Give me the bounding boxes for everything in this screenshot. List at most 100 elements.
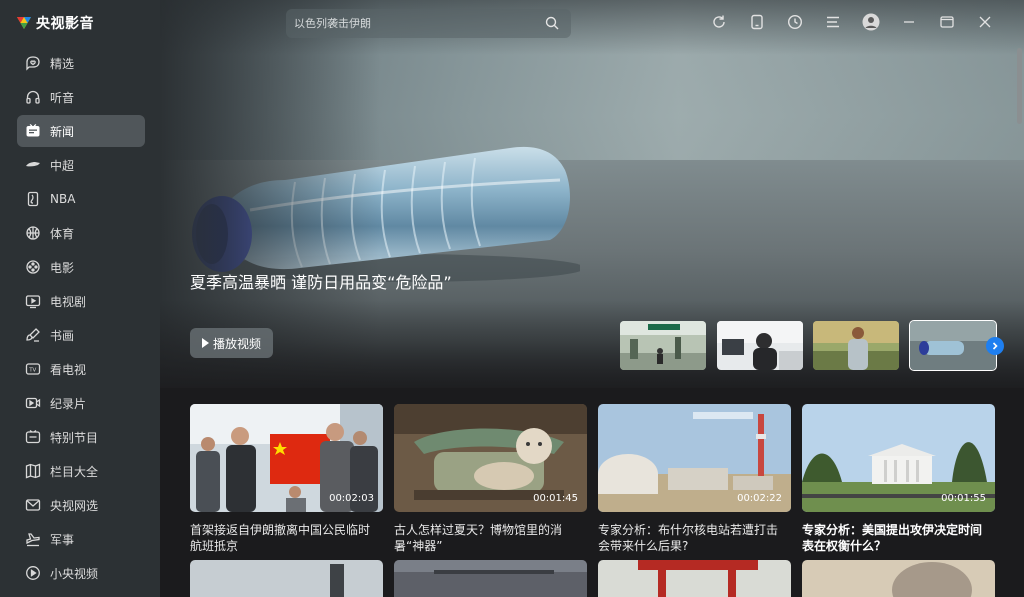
sidebar-item-label: 小央视频	[50, 566, 99, 581]
sidebar: 央视影音 精选 听音 新闻 中超 NBA 体育 电影 电视剧 书画 TV 看电视…	[0, 0, 160, 597]
sidebar-item-label: 电影	[50, 260, 75, 275]
sidebar-item-label: 新闻	[50, 124, 75, 139]
brush-icon	[25, 327, 41, 343]
sidebar-item-label: 央视网选	[50, 498, 99, 513]
heart-chat-icon	[25, 55, 41, 71]
video-card-partial[interactable]	[802, 560, 995, 597]
scrollbar-thumb[interactable]	[1017, 48, 1022, 124]
sidebar-item-dianying[interactable]: 电影	[17, 251, 145, 283]
sidebar-item-junshi[interactable]: 军事	[17, 523, 145, 555]
sidebar-item-tiyu[interactable]: 体育	[17, 217, 145, 249]
sidebar-item-nba[interactable]: NBA	[17, 183, 145, 215]
thumb-station-image	[394, 560, 587, 597]
play-video-label: 播放视频	[212, 336, 261, 351]
avatar-icon[interactable]	[862, 13, 880, 31]
headphones-icon	[25, 89, 41, 105]
sidebar-nav: 精选 听音 新闻 中超 NBA 体育 电影 电视剧 书画 TV 看电视 纪录片 …	[17, 47, 145, 591]
play-icon	[201, 338, 209, 348]
military-icon	[25, 531, 41, 547]
video-title[interactable]: 专家分析：布什尔核电站若遭打击会带来什么后果?	[598, 522, 788, 554]
hero-title[interactable]: 夏季高温暴晒 谨防日用品变“危险品”	[190, 272, 465, 294]
sidebar-item-label: 精选	[50, 56, 75, 71]
video-title[interactable]: 古人怎样过夏天？博物馆里的消暑“神器”	[394, 522, 584, 554]
sidebar-item-jilupian[interactable]: 纪录片	[17, 387, 145, 419]
football-icon	[25, 157, 41, 173]
video-grid-row-2	[190, 560, 996, 597]
sidebar-item-tingyin[interactable]: 听音	[17, 81, 145, 113]
carousel-thumb-1[interactable]	[620, 321, 706, 370]
sidebar-item-label: 书画	[50, 328, 75, 343]
sidebar-item-label: 特别节目	[50, 430, 99, 445]
thumb-red-gate-image	[598, 560, 791, 597]
app-logo[interactable]: 央视影音	[16, 12, 94, 34]
chevron-right-icon	[992, 342, 998, 350]
sidebar-item-label: 听音	[50, 90, 75, 105]
thumb-skyline-image	[190, 560, 383, 597]
logo-icon	[16, 15, 32, 31]
thumb-portrait-image	[802, 560, 995, 597]
nba-icon	[25, 191, 41, 207]
video-thumbnail: 00:02:22	[598, 404, 791, 512]
thumb-airport-image	[620, 321, 706, 370]
video-card-partial[interactable]	[394, 560, 587, 597]
play-circle-icon	[25, 565, 41, 581]
sidebar-item-xinwen[interactable]: 新闻	[17, 115, 145, 147]
sidebar-item-yangshiwangxuan[interactable]: 央视网选	[17, 489, 145, 521]
search-input[interactable]	[294, 17, 534, 30]
video-title[interactable]: 专家分析：美国提出攻伊决定时间表在权衡什么？	[802, 522, 992, 554]
video-card-partial[interactable]	[598, 560, 791, 597]
carousel-thumb-4[interactable]	[909, 320, 997, 371]
video-duration: 00:02:03	[329, 493, 374, 504]
video-card[interactable]: 00:02:22 专家分析：布什尔核电站若遭打击会带来什么后果?	[598, 404, 791, 554]
film-reel-icon	[25, 259, 41, 275]
play-video-button[interactable]: 播放视频	[190, 328, 273, 358]
sidebar-item-shuhua[interactable]: 书画	[17, 319, 145, 351]
columns-icon	[25, 463, 41, 479]
svg-text:TV: TV	[28, 367, 36, 373]
search-icon[interactable]	[545, 16, 559, 30]
video-card-partial[interactable]	[190, 560, 383, 597]
window-toolbar	[710, 13, 1010, 33]
refresh-icon[interactable]	[710, 13, 728, 31]
carousel-next-button[interactable]	[986, 337, 1004, 355]
video-thumbnail: 00:02:03	[190, 404, 383, 512]
sidebar-item-lanmudaquan[interactable]: 栏目大全	[17, 455, 145, 487]
menu-icon[interactable]	[824, 13, 842, 31]
history-clock-icon[interactable]	[786, 13, 804, 31]
video-card[interactable]: 00:01:45 古人怎样过夏天？博物馆里的消暑“神器”	[394, 404, 587, 554]
video-card[interactable]: 00:01:55 专家分析：美国提出攻伊决定时间表在权衡什么？	[802, 404, 995, 554]
mobile-icon[interactable]	[748, 13, 766, 31]
minimize-icon[interactable]	[900, 13, 918, 31]
carousel-thumb-2[interactable]	[717, 321, 803, 370]
sidebar-item-xiaoyangshipin[interactable]: 小央视频	[17, 557, 145, 589]
sidebar-item-label: NBA	[50, 192, 76, 206]
sidebar-item-label: 中超	[50, 158, 75, 173]
sidebar-item-label: 电视剧	[50, 294, 87, 309]
search-bar[interactable]	[286, 9, 571, 38]
maximize-icon[interactable]	[938, 13, 956, 31]
sidebar-item-zhongchao[interactable]: 中超	[17, 149, 145, 181]
tv-series-icon	[25, 293, 41, 309]
documentary-icon	[25, 395, 41, 411]
basketball-icon	[25, 225, 41, 241]
thumb-office-image	[717, 321, 803, 370]
sidebar-item-label: 看电视	[50, 362, 87, 377]
hero-banner[interactable]: 夏季高温暴晒 谨防日用品变“危险品” 播放视频	[160, 0, 1024, 388]
sidebar-item-kandianshi[interactable]: TV 看电视	[17, 353, 145, 385]
sidebar-item-label: 军事	[50, 532, 75, 547]
sidebar-item-jingxuan[interactable]: 精选	[17, 47, 145, 79]
news-icon	[25, 123, 41, 139]
video-duration: 00:02:22	[737, 493, 782, 504]
app-name: 央视影音	[36, 16, 94, 32]
carousel-thumb-3[interactable]	[813, 321, 899, 370]
thumb-bottle-image	[910, 321, 996, 370]
video-title[interactable]: 首架接返自伊朗撤离中国公民临时航班抵京	[190, 522, 380, 554]
close-icon[interactable]	[976, 13, 994, 31]
sidebar-item-tebiejiemu[interactable]: 特别节目	[17, 421, 145, 453]
video-thumbnail: 00:01:55	[802, 404, 995, 512]
video-card[interactable]: 00:02:03 首架接返自伊朗撤离中国公民临时航班抵京	[190, 404, 383, 554]
sidebar-item-label: 纪录片	[50, 396, 87, 411]
tv-icon: TV	[25, 361, 41, 377]
sidebar-item-dianshiju[interactable]: 电视剧	[17, 285, 145, 317]
thumb-outdoor-image	[813, 321, 899, 370]
